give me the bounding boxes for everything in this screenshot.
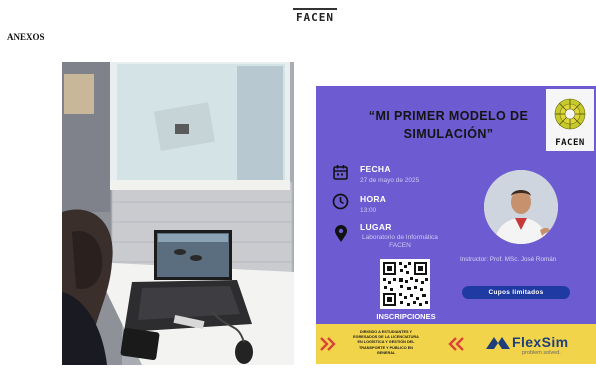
qr-code bbox=[380, 259, 430, 309]
flexsim-logo-icon bbox=[486, 337, 510, 349]
audience-description: DIRIGIDO A ESTUDIANTES Y EGRESADOS DE LA… bbox=[338, 330, 434, 356]
chevrons-left-icon bbox=[448, 337, 464, 351]
facen-header-logo: FACEN bbox=[290, 8, 340, 26]
facen-flyer-logo: FACEN bbox=[546, 89, 594, 151]
flyer-title-line2: SIMULACIÓN” bbox=[403, 127, 494, 141]
lugar-line2: FACEN bbox=[389, 242, 411, 249]
section-label: ANEXOS bbox=[7, 32, 45, 42]
cupos-badge: Cupos limitados bbox=[462, 286, 570, 299]
flexsim-logo: FlexSim problem solved. bbox=[486, 334, 586, 356]
flyer-title: “MI PRIMER MODELO DE SIMULACIÓN” bbox=[346, 107, 551, 143]
flyer-title-line1: “MI PRIMER MODELO DE bbox=[368, 109, 529, 123]
location-pin-icon bbox=[335, 225, 347, 242]
instructor-name: Instructor: Prof. MSc. José Román bbox=[460, 256, 557, 263]
facen-header-logo-text: FACEN bbox=[295, 11, 335, 24]
lugar-label: LUGAR bbox=[360, 222, 392, 232]
flexsim-tagline: problem solved. bbox=[522, 350, 561, 356]
chevrons-right-icon bbox=[320, 337, 336, 351]
lugar-line1: Laboratorio de Informática bbox=[362, 234, 438, 241]
fecha-value: 27 de mayo de 2025 bbox=[360, 177, 420, 184]
audience-banner: DIRIGIDO A ESTUDIANTES Y EGRESADOS DE LA… bbox=[316, 324, 596, 364]
facen-emblem-icon bbox=[552, 92, 588, 136]
instructor-photo bbox=[484, 170, 558, 244]
audience-line5: GENERAL bbox=[376, 350, 396, 355]
flexsim-name: FlexSim bbox=[512, 334, 569, 350]
event-flyer: “MI PRIMER MODELO DE SIMULACIÓN” FACEN F… bbox=[316, 86, 596, 364]
hora-label: HORA bbox=[360, 194, 387, 204]
fecha-label: FECHA bbox=[360, 164, 391, 174]
facen-flyer-logo-text: FACEN bbox=[555, 138, 585, 148]
inscripciones-label: INSCRIPCIONES bbox=[376, 312, 436, 321]
lab-photo bbox=[62, 62, 294, 365]
clock-icon bbox=[332, 193, 349, 210]
calendar-icon bbox=[333, 165, 348, 180]
hora-value: 13:00 bbox=[360, 207, 377, 214]
